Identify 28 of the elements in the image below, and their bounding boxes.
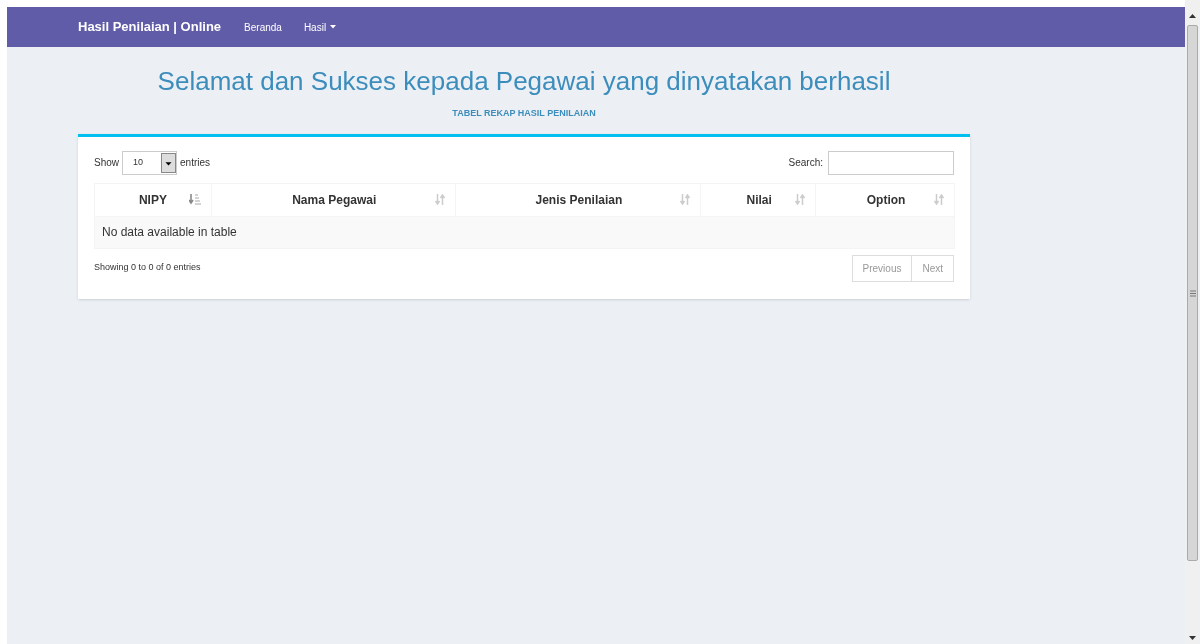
table-info: Showing 0 to 0 of 0 entries (94, 261, 201, 275)
sort-ascending-icon (188, 194, 201, 205)
page-heading: Selamat dan Sukses kepada Pegawai yang dinyatakan berhasil (157, 65, 891, 98)
nav-link[interactable]: Beranda (244, 19, 282, 35)
scroll-down-icon[interactable] (1188, 633, 1197, 642)
sort-icon (934, 194, 944, 205)
caret-icon (330, 25, 337, 29)
search-label: Search: (788, 156, 823, 170)
column-header[interactable]: Jenis Penilaian (455, 183, 701, 216)
show-label: Show (94, 156, 119, 170)
column-header[interactable]: Nilai (700, 183, 816, 216)
sort-icon (680, 194, 691, 205)
column-header[interactable]: Nama Pegawai (211, 183, 456, 216)
column-header[interactable]: NIPY (94, 183, 212, 216)
empty-table-message: No data available in table (94, 216, 955, 248)
scroll-thumb[interactable] (1187, 25, 1198, 561)
nav-dropdown[interactable]: Hasil (303, 19, 337, 35)
caret-icon (161, 152, 176, 173)
entries-select[interactable]: 10 (122, 150, 177, 175)
grip-icon (1189, 289, 1196, 297)
scroll-up-icon[interactable] (1188, 12, 1197, 21)
entries-label: entries (180, 156, 211, 170)
sort-icon (434, 194, 445, 205)
table-caption: TABEL REKAP HASIL PENILAIAN (452, 107, 596, 120)
sort-icon (795, 194, 806, 205)
brand-title[interactable]: Hasil Penilaian | Online (78, 17, 222, 37)
search-field[interactable] (828, 150, 954, 175)
column-header[interactable]: Option (815, 183, 955, 216)
